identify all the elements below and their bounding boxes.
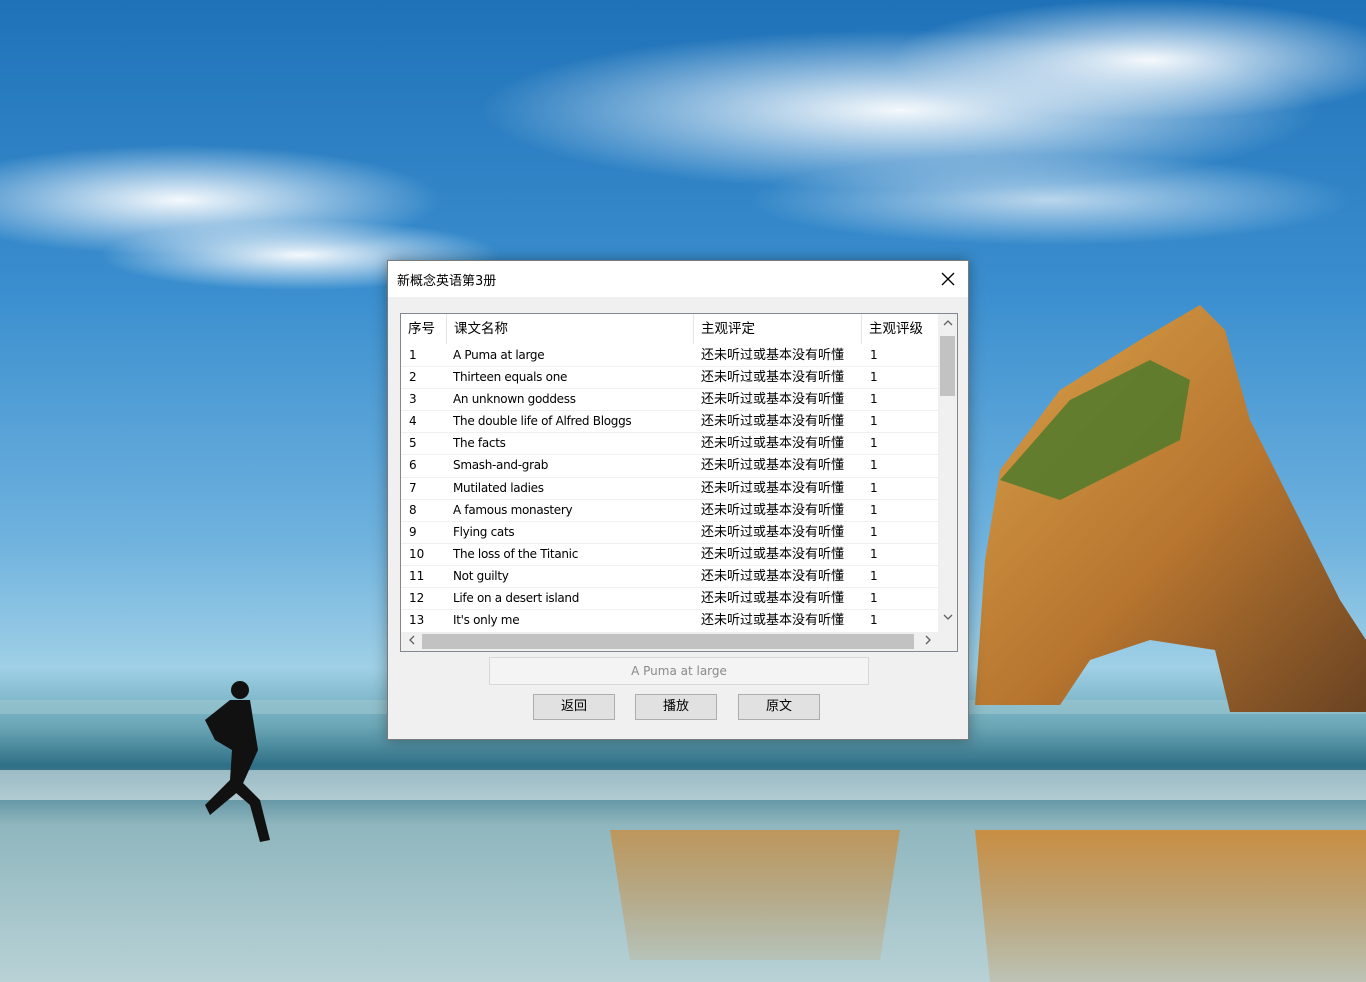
horizontal-scrollbar[interactable] [401, 632, 957, 651]
cell-number: 7 [409, 480, 417, 495]
cell-evaluation: 还未听过或基本没有听懂 [701, 348, 845, 363]
table-row[interactable]: 12 Life on a desert island 还未听过或基本没有听懂 1 [401, 588, 938, 611]
chevron-down-icon[interactable] [939, 610, 956, 627]
cell-evaluation: 还未听过或基本没有听懂 [701, 370, 845, 386]
table-row[interactable]: 10 The loss of the Titanic 还未听过或基本没有听懂 1 [401, 544, 938, 566]
table-row[interactable]: 13 It's only me 还未听过或基本没有听懂 1 [401, 610, 938, 628]
cell-rating: 1 [870, 546, 878, 561]
cell-evaluation: 还未听过或基本没有听懂 [701, 392, 845, 408]
cell-evaluation: 还未听过或基本没有听懂 [701, 414, 845, 430]
cell-rating: 1 [870, 348, 878, 362]
cell-number: 8 [409, 502, 417, 517]
play-button[interactable]: 播放 [635, 694, 717, 720]
cell-number: 1 [409, 348, 417, 362]
dialog-title: 新概念英语第3册 [397, 274, 497, 289]
cell-title: The loss of the Titanic [453, 546, 579, 561]
cell-number: 5 [409, 436, 417, 451]
original-text-button[interactable]: 原文 [738, 694, 820, 720]
cell-title: Flying cats [453, 524, 515, 539]
cell-evaluation: 还未听过或基本没有听懂 [701, 524, 845, 540]
cell-title: The facts [453, 436, 506, 451]
table-row[interactable]: 2 Thirteen equals one 还未听过或基本没有听懂 1 [401, 367, 938, 390]
lesson-list[interactable]: 序号 课文名称 主观评定 主观评级 1 A Puma at large 还未听过或基… [400, 313, 958, 652]
cell-number: 13 [409, 613, 425, 628]
table-row[interactable]: 11 Not guilty 还未听过或基本没有听懂 1 [401, 566, 938, 589]
cell-evaluation: 还未听过或基本没有听懂 [701, 546, 845, 562]
cell-title: Mutilated ladies [453, 480, 544, 495]
close-button[interactable] [928, 261, 968, 297]
cell-title: An unknown goddess [453, 392, 576, 407]
table-row[interactable]: 4 The double life of Alfred Bloggs 还未听过或基本… [401, 411, 938, 434]
cell-rating: 1 [870, 591, 878, 606]
chevron-up-icon[interactable] [939, 316, 956, 333]
cell-rating: 1 [870, 524, 878, 539]
cell-evaluation: 还未听过或基本没有听懂 [701, 480, 845, 496]
cell-number: 12 [409, 591, 425, 606]
cell-title: A famous monastery [453, 502, 573, 517]
vertical-scroll-thumb[interactable] [940, 336, 955, 396]
cell-evaluation: 还未听过或基本没有听懂 [701, 591, 845, 607]
cell-rating: 1 [870, 568, 878, 583]
list-header: 序号 课文名称 主观评定 主观评级 [401, 314, 938, 344]
chevron-left-icon[interactable] [403, 633, 420, 650]
cell-evaluation: 还未听过或基本没有听懂 [701, 613, 845, 628]
cell-number: 10 [409, 546, 425, 561]
cell-title: It's only me [453, 613, 520, 628]
table-row[interactable]: 3 An unknown goddess 还未听过或基本没有听懂 1 [401, 389, 938, 412]
cell-number: 2 [409, 370, 417, 385]
selected-lesson-field: A Puma at large [489, 657, 869, 685]
close-icon [941, 272, 955, 286]
title-bar: 新概念英语第3册 [388, 261, 968, 297]
cell-title: Life on a desert island [453, 591, 580, 606]
column-header-evaluation[interactable]: 主观评定 [694, 314, 862, 344]
cell-evaluation: 还未听过或基本没有听懂 [701, 436, 845, 452]
cell-number: 4 [409, 414, 417, 429]
cell-number: 6 [409, 458, 417, 473]
cell-rating: 1 [870, 480, 878, 495]
table-row[interactable]: 6 Smash-and-grab 还未听过或基本没有听懂 1 [401, 455, 938, 478]
cell-evaluation: 还未听过或基本没有听懂 [701, 568, 845, 584]
cell-number: 3 [409, 392, 417, 407]
horizontal-scroll-thumb[interactable] [422, 634, 914, 649]
back-button[interactable]: 返回 [533, 694, 615, 720]
cell-rating: 1 [870, 392, 878, 407]
cell-rating: 1 [870, 370, 878, 385]
cell-evaluation: 还未听过或基本没有听懂 [701, 502, 845, 518]
column-header-rating[interactable]: 主观评级 [862, 314, 938, 344]
cell-rating: 1 [870, 414, 878, 429]
column-header-title[interactable]: 课文名称 [447, 314, 694, 344]
table-row[interactable]: 9 Flying cats 还未听过或基本没有听懂 1 [401, 522, 938, 544]
chevron-right-icon[interactable] [919, 633, 936, 650]
list-rows: 1A Puma at large 还未听过或基本没有听懂 1 2 Thirteen eq… [401, 345, 938, 628]
table-row[interactable]: 5 The facts 还未听过或基本没有听懂 1 [401, 433, 938, 456]
cell-title: The double life of Alfred Bloggs [453, 414, 632, 429]
cell-rating: 1 [870, 458, 878, 473]
cell-title: Not guilty [453, 568, 509, 583]
table-row[interactable]: 8 A famous monastery 还未听过或基本没有听懂 1 [401, 500, 938, 522]
cell-evaluation: 还未听过或基本没有听懂 [701, 458, 845, 474]
vertical-scrollbar[interactable] [938, 314, 957, 632]
cell-title: Smash-and-grab [453, 458, 549, 473]
cell-title: A Puma at large [453, 348, 545, 362]
cell-rating: 1 [870, 436, 878, 451]
lesson-dialog: 新概念英语第3册 序号 课文名称 主观评定 主观评级 1 A Puma at la… [387, 260, 969, 740]
table-row[interactable]: 1 A Puma at large 还未听过或基本没有听懂 1 [401, 345, 938, 368]
cell-number: 9 [409, 524, 417, 539]
cell-number: 11 [409, 568, 425, 583]
cell-rating: 1 [870, 502, 878, 517]
cell-title: Thirteen equals one [453, 370, 568, 385]
table-row[interactable]: 7 Mutilated ladies 还未听过或基本没有听懂 1 [401, 478, 938, 500]
column-header-number[interactable]: 序号 [401, 314, 447, 344]
cell-rating: 1 [870, 613, 878, 628]
